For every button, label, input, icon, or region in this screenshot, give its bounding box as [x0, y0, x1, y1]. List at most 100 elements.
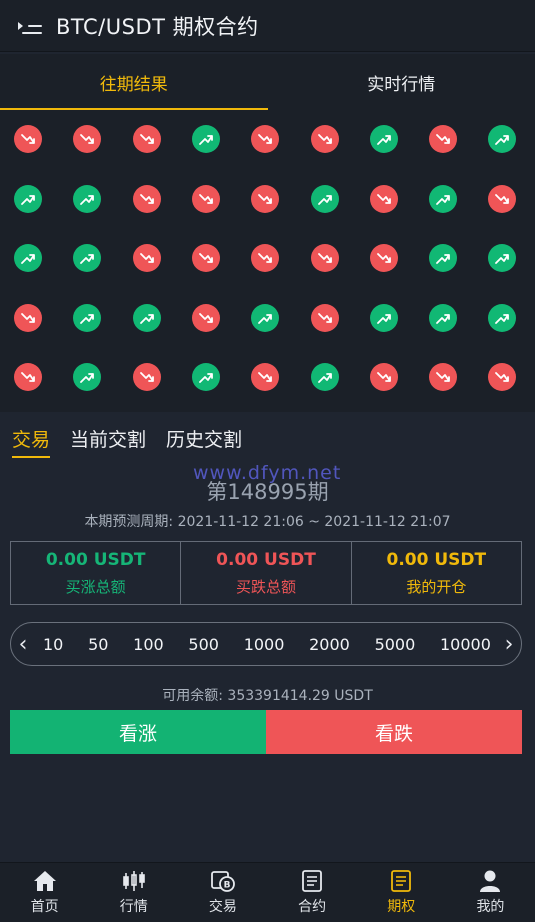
- cycle-range: 2021-11-12 21:06 ~ 2021-11-12 21:07: [177, 514, 451, 530]
- page-title: BTC/USDT 期权合约: [56, 14, 259, 39]
- nav-trade-label: 交易: [208, 899, 237, 915]
- result-down-icon: [251, 244, 279, 272]
- stat-my-open-value: 0.00 USDT: [386, 549, 487, 570]
- stat-down-total: 0.00 USDT 买跌总额: [181, 542, 352, 604]
- prediction-cycle: 本期预测周期: 2021-11-12 21:06 ~ 2021-11-12 21…: [0, 511, 535, 531]
- home-icon: [33, 871, 56, 891]
- nav-options-label: 期权: [387, 899, 416, 915]
- result-up-icon: [488, 125, 516, 153]
- nav-profile[interactable]: 我的: [446, 863, 535, 922]
- result-down-icon: [311, 125, 339, 153]
- result-down-icon: [429, 125, 457, 153]
- stat-my-open-label: 我的开仓: [406, 577, 467, 596]
- chevron-right-icon[interactable]: ›: [497, 622, 521, 666]
- tab-trade[interactable]: 交易: [12, 421, 51, 458]
- stat-up-total-label: 买涨总额: [65, 577, 126, 596]
- result-down-icon: [192, 185, 220, 213]
- amount-option[interactable]: 100: [133, 635, 164, 654]
- result-up-icon: [73, 244, 101, 272]
- result-down-icon: [133, 185, 161, 213]
- result-up-icon: [429, 185, 457, 213]
- amount-options: 10 50 100 500 1000 2000 5000 10000: [35, 635, 497, 654]
- result-down-icon: [251, 185, 279, 213]
- stats-panel: 0.00 USDT 买涨总额 0.00 USDT 买跌总额 0.00 USDT …: [10, 541, 522, 605]
- nav-options[interactable]: 期权: [357, 863, 446, 922]
- result-down-icon: [14, 304, 42, 332]
- tab-past-results[interactable]: 往期结果: [0, 54, 268, 110]
- balance-label: 可用余额:: [162, 688, 223, 704]
- result-down-icon: [488, 185, 516, 213]
- contract-icon: [302, 870, 322, 892]
- balance-value: 353391414.29 USDT: [227, 688, 373, 704]
- nav-contract-label: 合约: [298, 899, 327, 915]
- result-down-icon: [311, 304, 339, 332]
- nav-contract[interactable]: 合约: [268, 863, 357, 922]
- nav-home[interactable]: 首页: [0, 863, 89, 922]
- result-down-icon: [488, 363, 516, 391]
- amount-option[interactable]: 50: [88, 635, 108, 654]
- result-down-icon: [14, 125, 42, 153]
- result-down-icon: [429, 363, 457, 391]
- nav-market[interactable]: 行情: [89, 863, 178, 922]
- stat-down-total-label: 买跌总额: [235, 577, 296, 596]
- bottom-nav: 首页 行情 B 交易 合约 期权 我的: [0, 862, 535, 922]
- result-down-icon: [251, 125, 279, 153]
- result-down-icon: [14, 363, 42, 391]
- result-down-icon: [73, 125, 101, 153]
- result-down-icon: [133, 244, 161, 272]
- candlestick-icon: [122, 871, 145, 891]
- stat-down-total-value: 0.00 USDT: [216, 549, 316, 570]
- stat-up-total: 0.00 USDT 买涨总额: [11, 542, 182, 604]
- available-balance: 可用余额: 353391414.29 USDT: [0, 685, 535, 705]
- result-up-icon: [429, 244, 457, 272]
- cycle-label: 本期预测周期:: [84, 514, 174, 530]
- result-up-icon: [311, 363, 339, 391]
- result-down-icon: [133, 125, 161, 153]
- result-up-icon: [251, 304, 279, 332]
- result-tabs: 往期结果 实时行情: [0, 54, 535, 110]
- buy-down-button[interactable]: 看跌: [266, 710, 522, 754]
- result-up-icon: [370, 304, 398, 332]
- result-down-icon: [251, 363, 279, 391]
- result-up-icon: [429, 304, 457, 332]
- amount-option[interactable]: 500: [188, 635, 219, 654]
- result-down-icon: [192, 244, 220, 272]
- result-up-icon: [133, 304, 161, 332]
- result-up-icon: [73, 304, 101, 332]
- result-up-icon: [14, 244, 42, 272]
- user-icon: [480, 870, 501, 892]
- amount-option[interactable]: 10000: [440, 635, 491, 654]
- menu-indent-icon[interactable]: [18, 14, 42, 38]
- app-header: BTC/USDT 期权合约: [0, 0, 535, 52]
- chevron-left-icon[interactable]: ‹: [11, 622, 35, 666]
- result-up-icon: [73, 363, 101, 391]
- tab-realtime-market[interactable]: 实时行情: [268, 54, 535, 110]
- past-results-grid: [0, 110, 535, 412]
- stat-up-total-value: 0.00 USDT: [45, 549, 146, 570]
- amount-selector: ‹ 10 50 100 500 1000 2000 5000 10000 ›: [10, 622, 522, 666]
- trade-tabs: 交易 当前交割 历史交割: [0, 416, 535, 462]
- tab-current-delivery[interactable]: 当前交割: [70, 421, 146, 458]
- amount-option[interactable]: 1000: [244, 635, 285, 654]
- result-up-icon: [311, 185, 339, 213]
- result-up-icon: [14, 185, 42, 213]
- nav-home-label: 首页: [30, 899, 59, 915]
- result-down-icon: [133, 363, 161, 391]
- amount-option[interactable]: 10: [43, 635, 63, 654]
- amount-option[interactable]: 5000: [375, 635, 416, 654]
- result-down-icon: [370, 185, 398, 213]
- options-icon: [391, 870, 412, 892]
- result-up-icon: [192, 363, 220, 391]
- result-down-icon: [192, 304, 220, 332]
- result-up-icon: [488, 304, 516, 332]
- watermark: www.dfym.net: [193, 462, 342, 484]
- nav-market-label: 行情: [119, 899, 148, 915]
- result-down-icon: [370, 363, 398, 391]
- tab-history-delivery[interactable]: 历史交割: [166, 421, 242, 458]
- amount-option[interactable]: 2000: [309, 635, 350, 654]
- nav-trade[interactable]: B 交易: [178, 863, 267, 922]
- result-up-icon: [192, 125, 220, 153]
- buy-up-button[interactable]: 看涨: [10, 710, 266, 754]
- result-down-icon: [311, 244, 339, 272]
- stat-my-open: 0.00 USDT 我的开仓: [352, 542, 521, 604]
